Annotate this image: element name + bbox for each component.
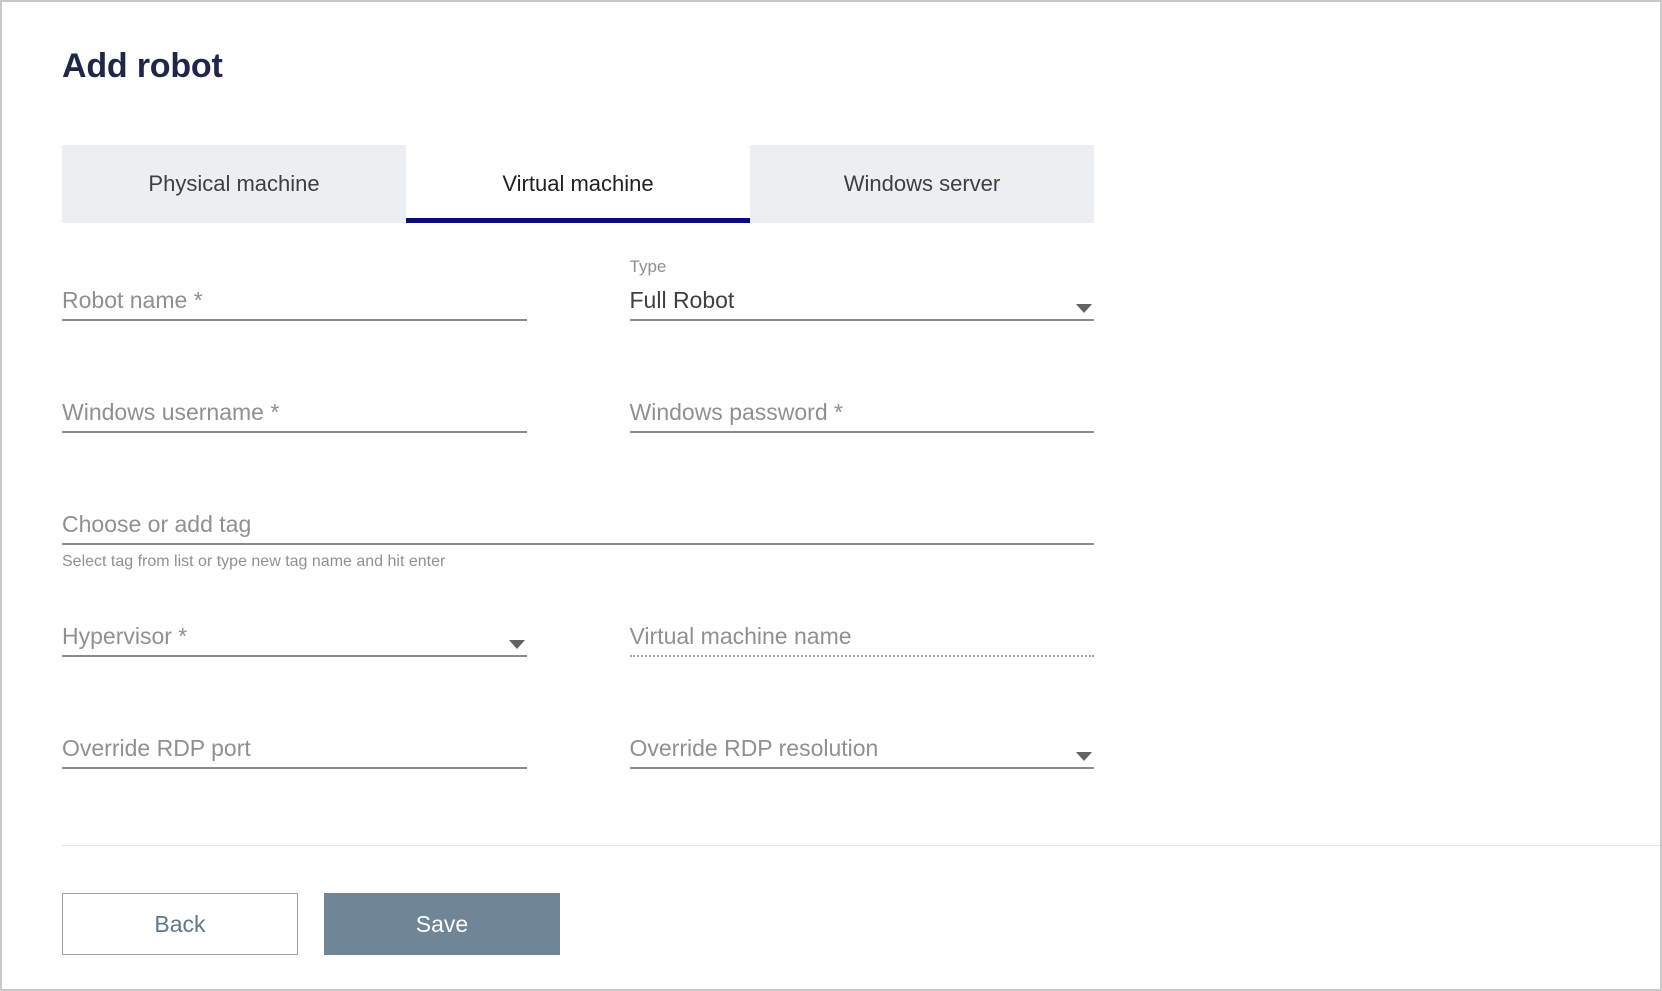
hypervisor-select[interactable]: Hypervisor * (62, 614, 527, 648)
chevron-down-icon[interactable] (1076, 752, 1092, 761)
override-rdp-port-input[interactable]: Override RDP port (62, 726, 527, 760)
windows-username-placeholder: Windows username * (62, 399, 280, 425)
robot-name-field[interactable]: Robot name * (62, 257, 527, 369)
robot-name-input[interactable]: Robot name * (62, 278, 527, 312)
type-field[interactable]: Type Full Robot (629, 257, 1095, 369)
tab-physical-machine[interactable]: Physical machine (62, 145, 406, 223)
type-select[interactable]: Full Robot (630, 278, 1095, 312)
form-row: Windows username * Windows password * (62, 369, 1094, 481)
tag-field[interactable]: Choose or add tag Select tag from list o… (62, 481, 1094, 593)
field-underline (62, 767, 527, 769)
hypervisor-field[interactable]: Hypervisor * (62, 593, 527, 705)
field-underline (62, 319, 527, 321)
windows-username-input[interactable]: Windows username * (62, 390, 527, 424)
tag-hint: Select tag from list or type new tag nam… (62, 553, 446, 570)
tag-input[interactable]: Choose or add tag (62, 502, 1094, 536)
override-rdp-resolution-field[interactable]: Override RDP resolution (629, 705, 1095, 817)
windows-password-input[interactable]: Windows password * (630, 390, 1095, 424)
hypervisor-placeholder: Hypervisor * (62, 623, 188, 649)
tab-label: Virtual machine (502, 171, 654, 196)
windows-password-placeholder: Windows password * (629, 399, 843, 425)
chevron-down-icon[interactable] (1076, 304, 1092, 313)
form-row: Choose or add tag Select tag from list o… (62, 481, 1094, 593)
form-row: Robot name * Type Full Robot (62, 257, 1094, 369)
field-underline-dotted (629, 655, 1094, 657)
save-button-label: Save (415, 910, 469, 937)
add-robot-page: Add robot Physical machine Virtual machi… (0, 0, 1662, 991)
windows-username-field[interactable]: Windows username * (62, 369, 527, 481)
tag-placeholder: Choose or add tag (62, 511, 252, 537)
field-underline (629, 431, 1094, 433)
override-rdp-port-placeholder: Override RDP port (62, 735, 251, 761)
virtual-machine-name-placeholder: Virtual machine name (629, 623, 852, 649)
footer-divider (62, 845, 1660, 846)
virtual-machine-name-input[interactable]: Virtual machine name (630, 614, 1095, 648)
tab-label: Windows server (843, 171, 1001, 196)
chevron-down-icon[interactable] (508, 640, 525, 649)
override-rdp-port-field[interactable]: Override RDP port (62, 705, 527, 817)
override-rdp-resolution-select[interactable]: Override RDP resolution (630, 726, 1095, 760)
footer-actions: Back Save (62, 893, 560, 955)
windows-password-field[interactable]: Windows password * (629, 369, 1095, 481)
field-underline (62, 543, 1094, 545)
back-button[interactable]: Back (62, 893, 298, 955)
form-row: Override RDP port Override RDP resolutio… (62, 705, 1094, 817)
back-button-label: Back (154, 910, 206, 937)
form-row: Hypervisor * Virtual machine name (62, 593, 1094, 705)
machine-type-tabs: Physical machine Virtual machine Windows… (62, 145, 1094, 223)
robot-name-placeholder: Robot name * (62, 287, 203, 313)
tab-virtual-machine[interactable]: Virtual machine (406, 145, 750, 223)
page-title: Add robot (62, 47, 223, 85)
save-button[interactable]: Save (324, 893, 560, 955)
field-underline (629, 767, 1094, 769)
field-underline (629, 319, 1094, 321)
override-rdp-resolution-placeholder: Override RDP resolution (629, 735, 879, 761)
tab-windows-server[interactable]: Windows server (750, 145, 1094, 223)
type-value: Full Robot (629, 287, 735, 313)
add-robot-form: Robot name * Type Full Robot Windows use… (62, 257, 1094, 817)
field-underline (62, 655, 527, 657)
type-label: Type (629, 257, 667, 276)
tab-label: Physical machine (148, 171, 320, 196)
field-underline (62, 431, 527, 433)
virtual-machine-name-field[interactable]: Virtual machine name (629, 593, 1095, 705)
